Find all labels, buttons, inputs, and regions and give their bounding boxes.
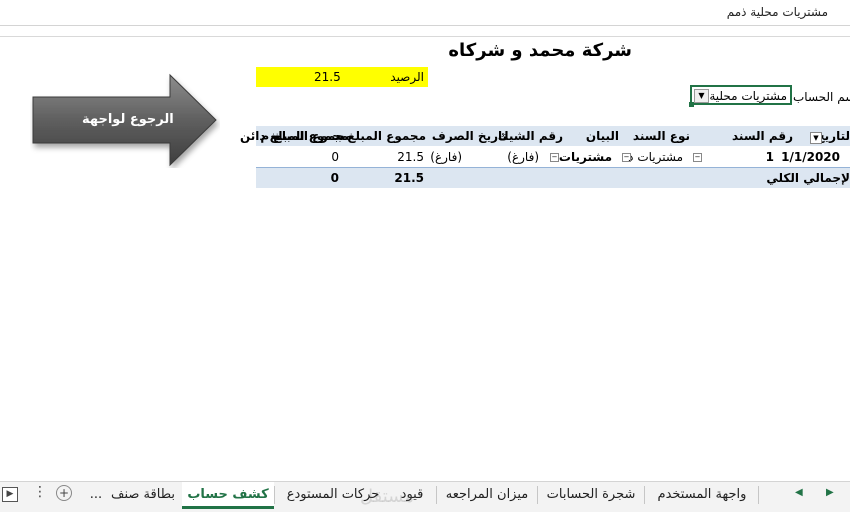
filter-label: سم الحساب [793, 90, 850, 104]
tab-warehouse-moves[interactable]: حركات المستودع [278, 482, 388, 508]
account-filter-dropdown[interactable]: ▼ مشتريات محلية [689, 85, 792, 107]
add-sheet-icon[interactable]: + [56, 485, 72, 501]
back-to-interface-button[interactable]: الرجوع لواجهة [30, 72, 220, 168]
pivot-header-row: لتاريخ ▼ رقم السند نوع السند البيان رقم … [240, 126, 850, 146]
col-statement-header[interactable]: البيان [586, 129, 619, 143]
back-button-label: الرجوع لواجهة [82, 112, 174, 127]
grid-top-border [0, 36, 850, 37]
balance-label: الرصيد [390, 70, 424, 84]
company-title: شركة محمد و شركاه [448, 40, 632, 61]
row-doc-no[interactable]: 1 [766, 150, 774, 164]
col-sum-amount-header[interactable]: مجموع المبلغ [347, 129, 426, 143]
balance-value: 21.5 [314, 70, 341, 84]
pivot-data-row: − 1/1/2020 1 − مشتريات ذ − مشتريات − (فا… [331, 150, 840, 164]
col-doc-type-header[interactable]: نوع السند [633, 129, 690, 143]
scroll-right-icon[interactable]: ▶ [2, 487, 18, 502]
tab-separator [758, 486, 759, 504]
scroll-left-icon[interactable]: ◀ [795, 487, 803, 498]
tab-trial-balance[interactable]: ميزان المراجعه [440, 482, 534, 508]
grand-total-sum-amount[interactable]: 21.5 [394, 171, 424, 185]
formula-bar-text: مشتريات محلية ذمم [726, 5, 828, 19]
col-sum-amount-credit-header[interactable]: مجموع المبلغ دائن [240, 129, 348, 143]
row-sum-amount[interactable]: 21.5 [397, 150, 424, 164]
formula-bar[interactable]: مشتريات محلية ذمم [0, 0, 850, 26]
tab-accounts-tree[interactable]: شجرة الحسابات [541, 482, 641, 508]
tab-separator [537, 486, 538, 504]
more-options-icon[interactable]: ⋮ [33, 484, 47, 500]
grand-total-label[interactable]: لإجمالي الكلي [766, 171, 850, 185]
filter-selected-value: مشتريات محلية [709, 89, 787, 103]
tab-item-card[interactable]: بطاقة صنف [108, 482, 178, 508]
tab-separator [644, 486, 645, 504]
row-sum-amount-debit[interactable]: 0 [331, 150, 339, 164]
tab-user-interface[interactable]: واجهة المستخدم [648, 482, 756, 508]
col-exchange-date-header[interactable]: تاريخ الصرف [432, 129, 507, 143]
col-check-no-header[interactable]: رقم الشيك [498, 129, 563, 143]
row-check-no[interactable]: (فارغ) [507, 150, 539, 164]
col-doc-no-header[interactable]: رقم السند [732, 129, 793, 143]
selection-handle [689, 102, 694, 107]
tab-more[interactable]: ... [84, 482, 108, 508]
row-doc-type[interactable]: مشتريات ذ [628, 150, 683, 164]
row-date[interactable]: 1/1/2020 [781, 150, 840, 164]
scroll-right-icon[interactable]: ▶ [826, 487, 834, 498]
tab-account-statement[interactable]: كشف حساب [182, 482, 274, 509]
filter-funnel-icon[interactable]: ▼ [694, 89, 709, 103]
pivot-grand-total-row: لإجمالي الكلي 21.5 0 [256, 167, 850, 188]
row-statement[interactable]: مشتريات [559, 150, 612, 164]
grand-total-sum-amount-debit[interactable]: 0 [331, 171, 339, 185]
sheet-tab-bar: ▶ ⋮ + ... بطاقة صنف كشف حساب حركات المست… [0, 481, 850, 512]
tab-separator [436, 486, 437, 504]
row-exchange-date[interactable]: (فارغ) [430, 150, 462, 164]
tab-entries[interactable]: قيود [390, 482, 434, 508]
tab-separator [274, 486, 275, 504]
balance-cell: الرصيد 21.5 [256, 67, 428, 87]
